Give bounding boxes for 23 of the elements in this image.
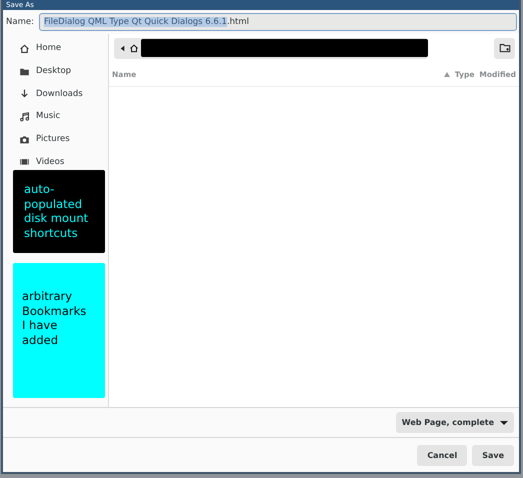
home-icon[interactable] xyxy=(129,43,139,53)
annotation-note: auto-populated disk mount shortcuts xyxy=(13,170,105,254)
camera-icon xyxy=(19,134,30,145)
caret-icon xyxy=(500,420,508,426)
download-icon xyxy=(19,88,30,100)
sidebar-item[interactable]: Home xyxy=(3,37,108,60)
file-type-dropdown[interactable]: Web Page, complete xyxy=(396,412,514,433)
back-icon[interactable] xyxy=(118,44,127,52)
sidebar-item[interactable]: Desktop xyxy=(3,60,108,82)
annotation-note: arbitrary Bookmarks I have added xyxy=(13,263,105,398)
music-icon xyxy=(19,110,30,122)
sidebar-item[interactable]: Downloads xyxy=(3,82,108,106)
sort-icon xyxy=(444,72,450,76)
new-folder-icon xyxy=(498,42,510,54)
save-button[interactable]: Save xyxy=(472,444,514,466)
home-icon xyxy=(19,42,30,54)
film-icon xyxy=(19,156,30,168)
sidebar-item[interactable]: Music xyxy=(3,105,108,128)
name-field[interactable]: FileDialog QML Type Qt Quick Dialogs 6.6.1.html xyxy=(38,13,517,31)
cancel-button[interactable]: Cancel xyxy=(417,444,468,466)
new-folder-button[interactable] xyxy=(494,38,515,58)
sidebar-item[interactable]: Pictures xyxy=(3,128,108,150)
name-label: Name: xyxy=(6,17,34,27)
